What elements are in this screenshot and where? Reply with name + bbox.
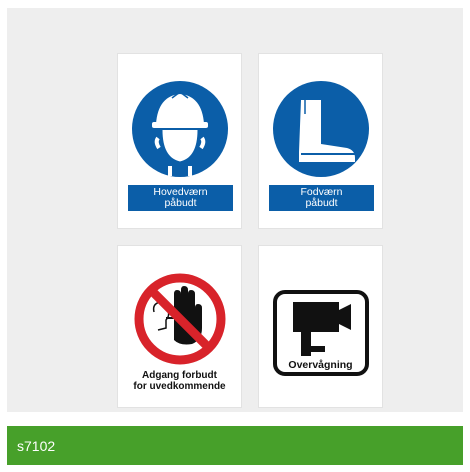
sign-foot-protection[interactable]: Fodværn påbudt xyxy=(258,53,383,229)
sign-no-entry[interactable]: Adgang forbudt for uvedkommende xyxy=(117,245,242,408)
sign-head-protection[interactable]: Hovedværn påbudt xyxy=(117,53,242,229)
surveillance-camera-icon xyxy=(273,290,369,376)
product-footer-bar: s7102 xyxy=(7,426,463,465)
product-code: s7102 xyxy=(17,438,56,454)
sign-label-line-1: Adgang forbudt xyxy=(142,370,217,381)
sign-label-line-2: påbudt xyxy=(305,197,338,209)
sign-label: Fodværn påbudt xyxy=(269,185,374,211)
hard-hat-icon xyxy=(132,81,228,177)
sign-label-line-2: for uvedkommende xyxy=(133,381,226,392)
sign-label: Adgang forbudt for uvedkommende xyxy=(118,370,241,392)
product-image-panel: Hovedværn påbudt Fodværn påbudt Adgang f… xyxy=(7,8,463,412)
sign-label: Overvågning xyxy=(288,359,353,371)
no-entry-hand-icon xyxy=(134,273,226,365)
sign-label: Hovedværn påbudt xyxy=(128,185,233,211)
sign-label-line-2: påbudt xyxy=(164,197,197,209)
safety-boot-icon xyxy=(273,81,369,177)
sign-surveillance[interactable]: Overvågning xyxy=(258,245,383,408)
